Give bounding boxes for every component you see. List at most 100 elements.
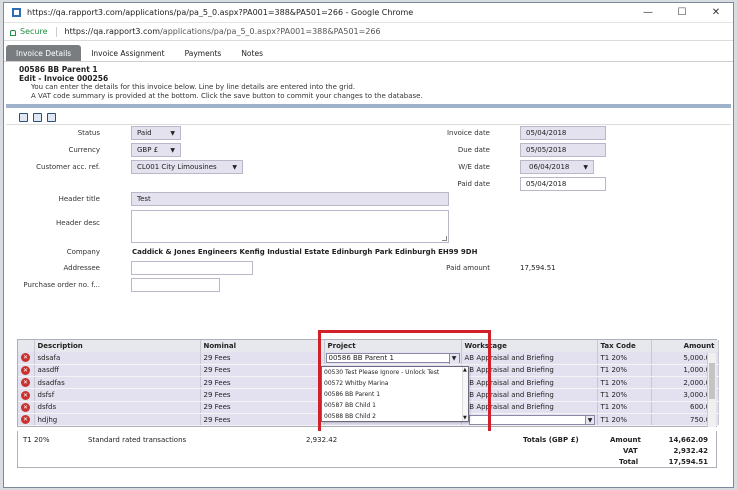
title-bar: https://qa.rapport3.com/applications/pa/…: [4, 3, 733, 23]
tax-code-cell[interactable]: T1 20%: [597, 352, 652, 365]
purchase-order-input[interactable]: [131, 278, 220, 292]
address-bar[interactable]: Secure https://qa.rapport3.com/applicati…: [4, 23, 733, 41]
addressee-label: Addressee: [63, 264, 101, 272]
paid-date-label: Paid date: [457, 180, 490, 188]
tax-code-cell[interactable]: T1 20%: [597, 401, 652, 414]
column-header-tax-code[interactable]: Tax Code: [597, 340, 652, 352]
delete-cell[interactable]: ✕: [18, 364, 35, 378]
description-cell[interactable]: dsfsf: [34, 388, 201, 402]
company-label: Company: [66, 248, 100, 256]
save-icon[interactable]: [19, 112, 28, 122]
invoice-date-label: Invoice date: [446, 129, 490, 137]
description-cell[interactable]: sdsafa: [34, 352, 201, 365]
header-desc-textarea[interactable]: [131, 210, 449, 243]
url-text[interactable]: https://qa.rapport3.com/applications/pa/…: [65, 27, 381, 36]
nominal-cell[interactable]: 29 Fees: [200, 413, 325, 427]
tab-payments[interactable]: Payments: [175, 45, 232, 61]
currency-select[interactable]: GBP £ ▼: [131, 143, 181, 157]
header-title-input[interactable]: Test: [131, 192, 449, 206]
workstage-cell[interactable]: AB Appraisal and Briefing: [461, 401, 598, 414]
status-select[interactable]: Paid ▼: [131, 126, 181, 140]
nominal-cell[interactable]: 29 Fees: [200, 364, 325, 378]
column-header-amount[interactable]: Amount: [651, 340, 719, 352]
dropdown-option[interactable]: 00587 BB Child 1: [322, 400, 468, 411]
tab-notes[interactable]: Notes: [231, 45, 273, 61]
tab-invoice-assignment[interactable]: Invoice Assignment: [81, 45, 174, 61]
tax-code-cell[interactable]: T1 20%: [597, 388, 652, 402]
header-desc-label: Header desc: [56, 219, 100, 227]
description-cell[interactable]: aasdff: [34, 364, 201, 378]
invoice-date-input[interactable]: 05/04/2018: [520, 126, 606, 140]
nominal-cell[interactable]: 29 Fees: [200, 376, 325, 390]
minimize-button[interactable]: —: [631, 3, 665, 23]
totals-label: Totals (GBP £): [523, 436, 579, 444]
column-header-project[interactable]: Project: [324, 340, 462, 352]
delete-row-icon[interactable]: ✕: [21, 390, 30, 400]
toolbar: [4, 110, 733, 124]
description-cell[interactable]: hdjhg: [34, 413, 201, 427]
delete-row-icon[interactable]: ✕: [21, 378, 30, 388]
workstage-cell[interactable]: AB Appraisal and Briefing: [461, 388, 598, 402]
table-row[interactable]: ✕ sdsafa 29 Fees 00586 BB Parent 1 ▼ AB A…: [18, 352, 719, 365]
delete-row-icon[interactable]: ✕: [21, 353, 30, 363]
print-icon[interactable]: [33, 112, 42, 122]
invoice-form: Status Paid ▼ Currency GBP £ ▼ Customer ac…: [4, 125, 733, 315]
delete-cell[interactable]: ✕: [18, 352, 35, 365]
nominal-cell[interactable]: 29 Fees: [200, 352, 325, 365]
scrollbar-thumb[interactable]: [709, 363, 715, 399]
dropdown-arrow-icon[interactable]: ▼: [448, 354, 459, 364]
tax-code-cell[interactable]: T1 20%: [597, 364, 652, 378]
chevron-down-icon: ▼: [170, 129, 175, 137]
workstage-cell[interactable]: AB Appraisal and Briefing: [461, 352, 598, 365]
description-cell[interactable]: dsfds: [34, 401, 201, 414]
column-header-nominal[interactable]: Nominal: [200, 340, 325, 352]
dropdown-option[interactable]: 00572 Whitby Marina: [322, 378, 468, 389]
currency-label: Currency: [68, 146, 100, 154]
workstage-input[interactable]: [469, 415, 595, 425]
project-cell[interactable]: 00586 BB Parent 1 ▼: [324, 352, 462, 365]
dropdown-arrow-icon[interactable]: ▼: [585, 415, 595, 425]
project-value: 00586 BB Parent 1: [328, 354, 394, 362]
delete-cell[interactable]: ✕: [18, 401, 35, 414]
delete-row-icon[interactable]: ✕: [21, 365, 30, 375]
resize-handle-icon[interactable]: [442, 236, 447, 241]
scroll-down-icon[interactable]: ▼: [463, 415, 467, 421]
tax-code-cell[interactable]: T1 20%: [597, 376, 652, 390]
delete-cell[interactable]: ✕: [18, 388, 35, 402]
vat-total-label: VAT: [623, 447, 638, 455]
customer-value: CL001 City Limousines: [137, 163, 217, 171]
nominal-cell[interactable]: 29 Fees: [200, 388, 325, 402]
maximize-button[interactable]: ☐: [665, 3, 699, 23]
dropdown-scrollbar[interactable]: ▲ ▼: [462, 367, 468, 421]
column-header-workstage[interactable]: Workstage: [461, 340, 598, 352]
delete-cell[interactable]: ✕: [18, 413, 35, 427]
delete-icon[interactable]: [47, 112, 56, 122]
project-dropdown-list[interactable]: 00530 Test Please Ignore - Unlock Test 0…: [321, 366, 469, 422]
tax-code-cell[interactable]: T1 20%: [597, 413, 652, 427]
scroll-up-icon[interactable]: ▲: [463, 367, 467, 373]
workstage-cell[interactable]: AB Appraisal and Briefing: [461, 376, 598, 390]
paid-date-input[interactable]: 05/04/2018: [520, 177, 606, 191]
grid-vertical-scrollbar[interactable]: [707, 353, 716, 427]
company-value: Caddick & Jones Engineers Kenfig Industi…: [132, 248, 478, 256]
tab-invoice-details[interactable]: Invoice Details: [6, 45, 82, 61]
nominal-cell[interactable]: 29 Fees: [200, 401, 325, 414]
delete-cell[interactable]: ✕: [18, 376, 35, 390]
description-cell[interactable]: dsadfas: [34, 376, 201, 390]
addressee-input[interactable]: [131, 261, 253, 275]
due-date-input[interactable]: 05/05/2018: [520, 143, 606, 157]
close-button[interactable]: ✕: [699, 3, 733, 23]
column-header-description[interactable]: Description: [34, 340, 201, 352]
dropdown-option[interactable]: 00588 BB Child 2: [322, 411, 468, 422]
dropdown-option[interactable]: 00586 BB Parent 1: [322, 389, 468, 400]
vat-amount: 2,932.42: [306, 436, 338, 444]
window-title: https://qa.rapport3.com/applications/pa/…: [27, 8, 414, 17]
dropdown-option[interactable]: 00530 Test Please Ignore - Unlock Test: [322, 367, 468, 378]
project-input[interactable]: 00586 BB Parent 1 ▼: [325, 353, 460, 364]
customer-select[interactable]: CL001 City Limousines ▼: [131, 160, 243, 174]
workstage-cell[interactable]: AB Appraisal and Briefing: [461, 364, 598, 378]
delete-row-icon[interactable]: ✕: [21, 415, 30, 425]
header-title-label: Header title: [58, 195, 100, 203]
we-date-select[interactable]: 06/04/2018 ▼: [520, 160, 594, 174]
delete-row-icon[interactable]: ✕: [21, 402, 30, 412]
